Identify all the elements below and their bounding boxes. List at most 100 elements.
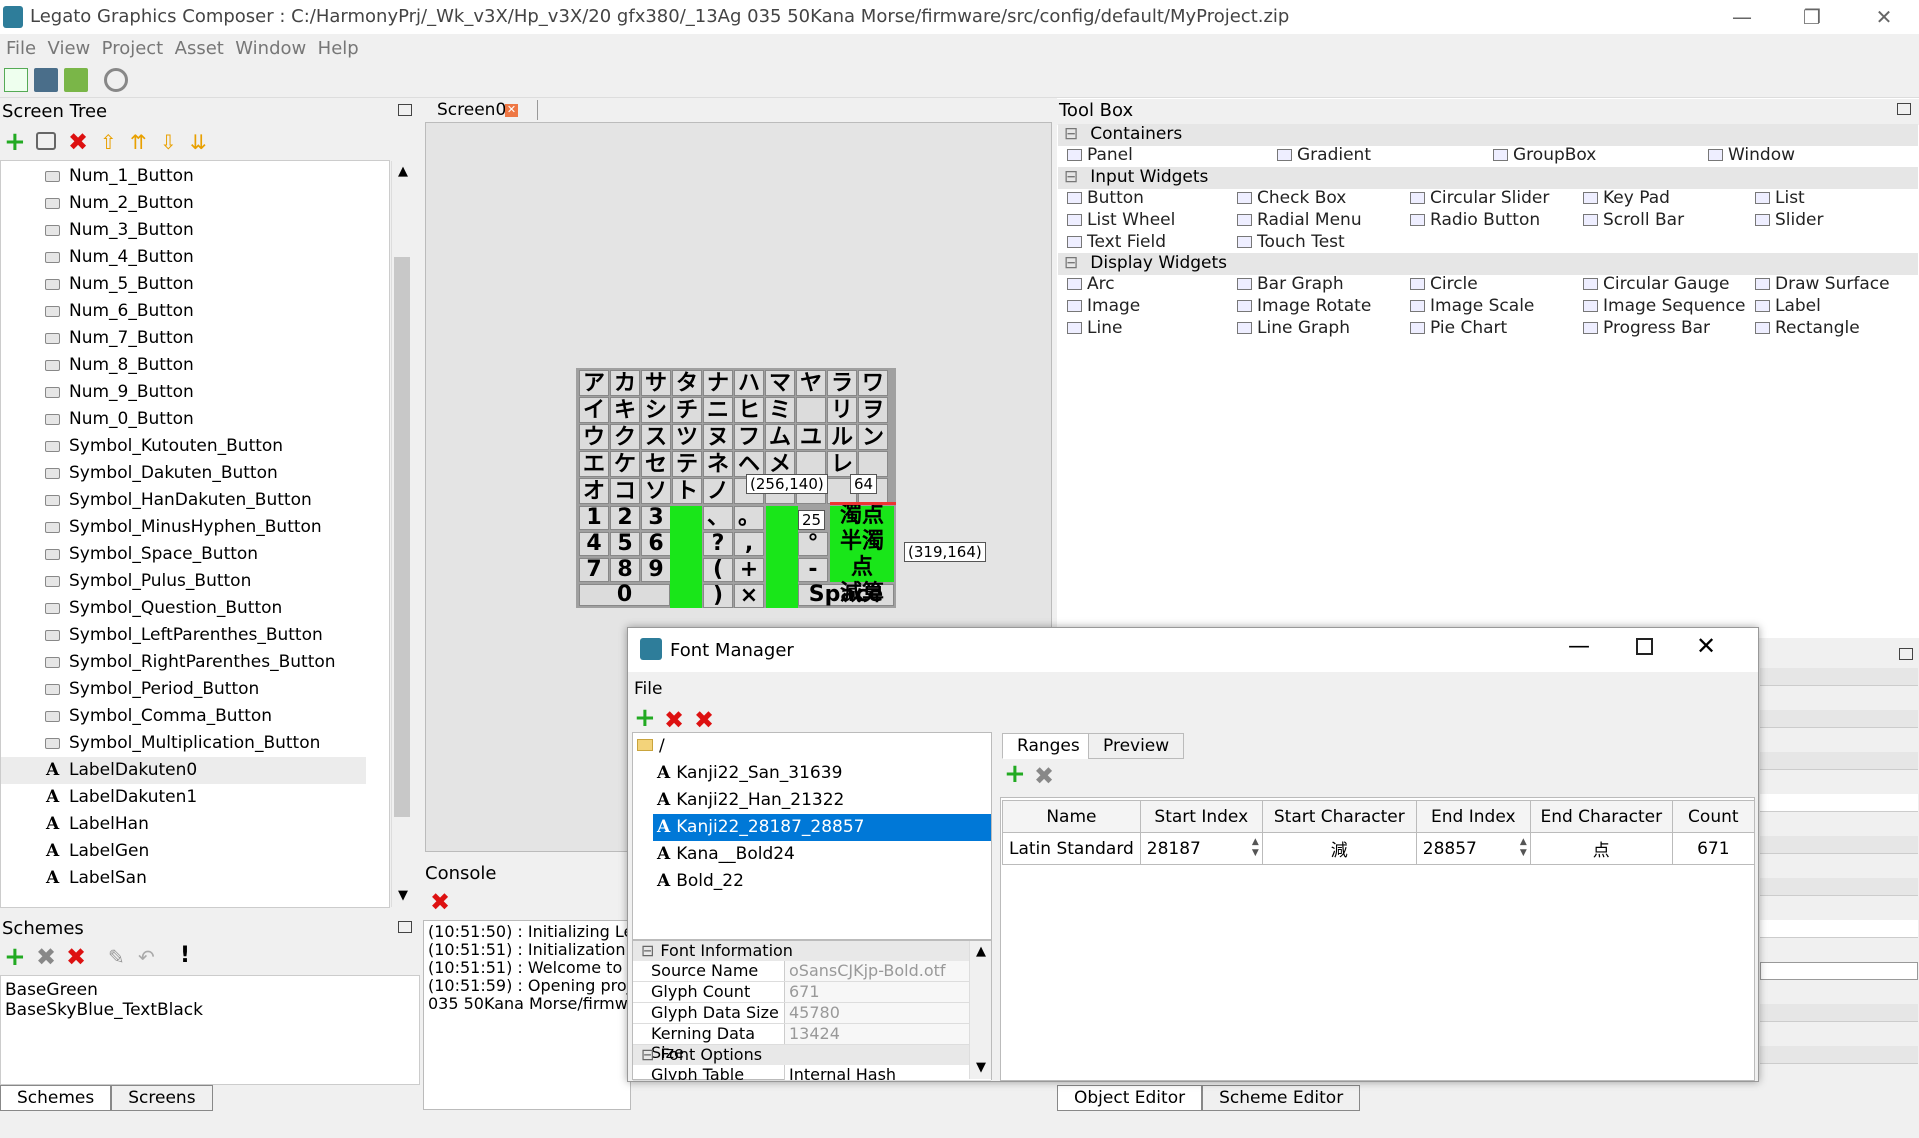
settings-gear-icon[interactable] [104,68,128,92]
tree-item[interactable]: Num_1_Button [1,163,366,190]
menu-window[interactable]: Window [229,34,306,59]
kana-key[interactable]: ツ [672,424,702,450]
dakuten-labels[interactable]: 濁点 半濁点 減算 [830,503,894,606]
kana-key[interactable]: リ [827,397,857,423]
toolbox-item[interactable]: Scroll Bar [1583,210,1684,230]
kana-key[interactable]: ン [858,424,888,450]
kana-key[interactable]: ル [827,424,857,450]
menu-help[interactable]: Help [312,34,359,59]
tab-object-editor[interactable]: Object Editor [1057,1085,1203,1111]
kana-key[interactable]: ヌ [703,424,733,450]
start-index-spinbox[interactable]: 28187 ▲ ▼ [1139,832,1263,865]
kana-key[interactable]: ノ [703,478,733,504]
number-key[interactable]: 5 [610,532,640,556]
toolbox-item[interactable]: Gradient [1277,145,1371,165]
cell-name[interactable]: Latin Standard [1002,832,1141,865]
symbol-key[interactable]: 、 [703,506,733,530]
scroll-thumb[interactable] [394,257,410,817]
zero-key[interactable]: 0 [579,584,670,606]
toolbox-item[interactable]: Image Rotate [1237,296,1371,316]
add-font-icon[interactable]: + [634,705,656,731]
toolbox-item[interactable]: Label [1755,296,1821,316]
symbol-key[interactable]: ° [798,532,828,556]
add-range-icon[interactable]: + [1004,761,1026,787]
tree-item[interactable]: Symbol_MinusHyphen_Button [1,514,366,541]
property-row[interactable] [1760,794,1918,812]
tree-item[interactable]: Num_7_Button [1,325,366,352]
kana-key[interactable]: ネ [703,451,733,477]
number-key[interactable]: 2 [610,506,640,530]
add-scheme-icon[interactable]: + [4,944,26,970]
symbol-key[interactable]: × [734,584,764,608]
number-key[interactable]: 6 [641,532,671,556]
tree-item[interactable]: Num_0_Button [1,406,366,433]
warning-icon[interactable]: ! [180,943,190,968]
table-row[interactable]: Latin Standard 28187 ▲ ▼ 減 28857 ▲ ▼ 点 671 [1002,832,1755,865]
col-start-index[interactable]: Start Index [1139,800,1263,833]
menu-asset[interactable]: Asset [169,34,224,59]
property-row[interactable] [1760,710,1918,728]
kana-key[interactable]: シ [641,397,671,423]
scroll-down-icon[interactable]: ▼ [970,1057,992,1079]
toolbox-item[interactable]: GroupBox [1493,145,1596,165]
float-panel-icon[interactable] [398,104,412,116]
toolbox-item[interactable]: Radio Button [1410,210,1540,230]
toolbox-item[interactable]: Image Scale [1410,296,1534,316]
property-row[interactable] [1760,836,1918,854]
minimize-icon[interactable]: — [1722,4,1762,30]
tree-item[interactable]: Num_6_Button [1,298,366,325]
float-panel-icon[interactable] [1899,648,1913,660]
layers-icon[interactable] [36,132,56,150]
close-icon[interactable]: ✕ [1696,632,1716,660]
collapse-icon[interactable]: ⊟ [1064,253,1078,273]
cell-end-character[interactable]: 点 [1529,832,1673,865]
kana-key[interactable]: ワ [858,370,888,396]
kana-key[interactable]: タ [672,370,702,396]
kana-key[interactable]: サ [641,370,671,396]
property-row[interactable] [1760,1004,1918,1022]
spin-arrows-icon[interactable]: ▲ ▼ [1252,837,1259,859]
kana-key[interactable]: セ [641,451,671,477]
toolbox-item[interactable]: Window [1708,145,1795,165]
kana-key[interactable]: ヤ [796,370,826,396]
tab-screens[interactable]: Screens [111,1085,213,1111]
delete-font-icon[interactable]: ✖ [694,708,714,732]
number-key[interactable]: 4 [579,532,609,556]
toolbox-item[interactable]: Image Sequence [1583,296,1746,316]
kana-key[interactable]: ム [765,424,795,450]
toolbox-item[interactable]: Rectangle [1755,318,1860,338]
cell-count[interactable]: 671 [1671,832,1755,865]
kana-key[interactable]: ニ [703,397,733,423]
col-count[interactable]: Count [1671,800,1755,833]
kana-key[interactable]: エ [579,451,609,477]
props-scrollbar[interactable]: ▲ ▼ [969,941,991,1079]
kana-key[interactable]: ナ [703,370,733,396]
kana-key[interactable]: ヒ [734,397,764,423]
toolbox-item[interactable]: Touch Test [1237,232,1345,252]
property-row[interactable] [1760,1046,1918,1064]
toolbox-item[interactable]: List Wheel [1067,210,1175,230]
tree-item-selected[interactable]: A LabelDakuten0 [1,757,366,784]
cell-start-character[interactable]: 減 [1261,832,1417,865]
tree-item[interactable]: Symbol_HanDakuten_Button [1,487,366,514]
toolbox-item[interactable]: Line Graph [1237,318,1350,338]
number-key[interactable]: 7 [579,558,609,582]
keyboard-preview[interactable]: アカサタナハマヤラワイキシチニヒミリヲウクスツヌフムユルンエケセテネヘメレオコソ… [576,368,896,608]
dialog-menu-file[interactable]: File [634,679,662,699]
toolbox-item[interactable]: Line [1067,318,1122,338]
tree-item[interactable]: Symbol_Dakuten_Button [1,460,366,487]
move-top-icon[interactable]: ⇈ [130,130,147,154]
symbol-key[interactable]: ) [703,584,733,608]
property-row[interactable] [1760,878,1918,896]
menu-file[interactable]: File [0,34,36,59]
symbol-key[interactable]: ? [703,532,733,556]
tree-item[interactable]: Symbol_Pulus_Button [1,568,366,595]
toolbox-item[interactable]: Text Field [1067,232,1166,252]
tree-item[interactable]: Symbol_Period_Button [1,676,366,703]
collapse-icon[interactable]: ⊟ [641,941,654,960]
float-panel-icon[interactable] [398,921,412,933]
tree-item[interactable]: A LabelGen [1,838,366,865]
toolbox-item[interactable]: Progress Bar [1583,318,1710,338]
tab-preview[interactable]: Preview [1088,733,1185,759]
tree-item[interactable]: A LabelHan [1,811,366,838]
